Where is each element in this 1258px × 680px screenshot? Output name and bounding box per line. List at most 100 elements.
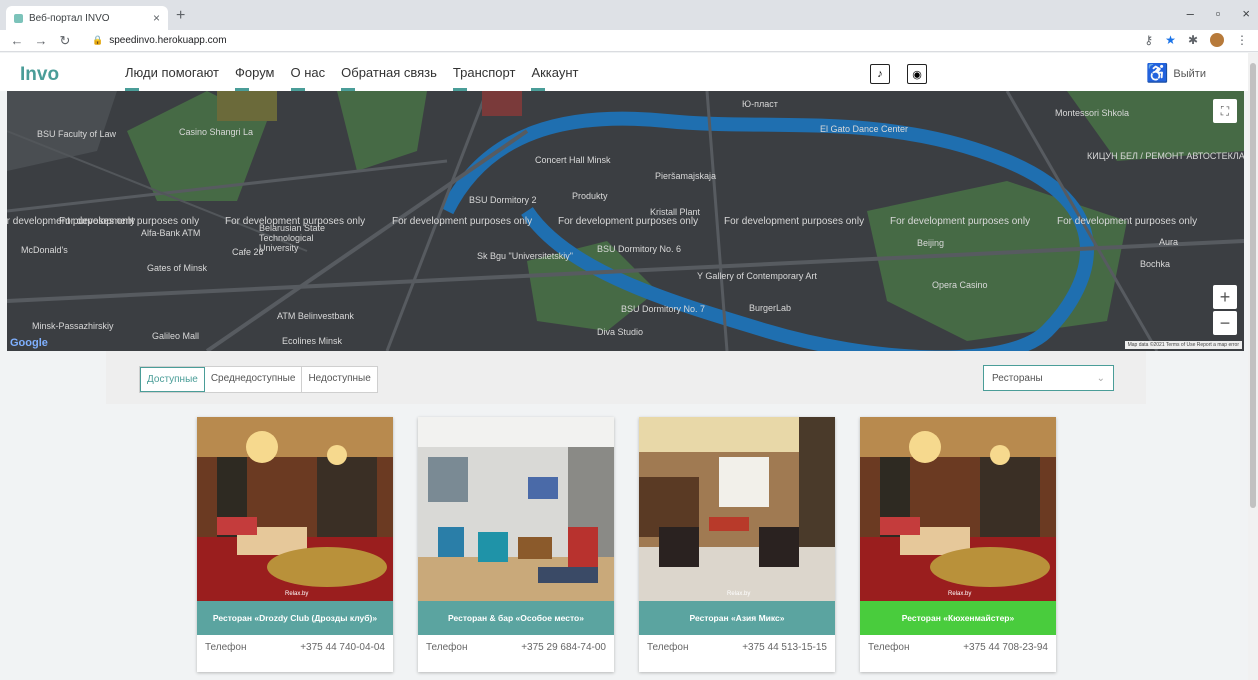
new-tab-button[interactable]: + xyxy=(176,7,185,25)
eye-icon[interactable]: ◉ xyxy=(907,64,927,84)
phone-number[interactable]: +375 44 740-04-04 xyxy=(300,642,385,653)
zoom-in-button[interactable]: + xyxy=(1213,285,1237,309)
window-controls: – ▫ × xyxy=(1187,6,1250,21)
map-dev-notice: For development purposes only xyxy=(558,216,699,227)
nav-item-transport[interactable]: Транспорт xyxy=(452,65,516,93)
phone-label: Телефон xyxy=(205,642,247,653)
nav-label: Транспорт xyxy=(452,65,516,80)
map-dev-notice: For development purposes only xyxy=(392,216,533,227)
fullscreen-icon[interactable]: ⛶ xyxy=(1213,99,1237,123)
map-poi: Diva Studio xyxy=(597,327,644,337)
place-card[interactable]: Relax.by Ресторан «Drozdy Club (Дрозды к… xyxy=(197,417,393,672)
nav-label: Форум xyxy=(235,65,275,80)
map-poi: Belarusian State Technological Universit… xyxy=(259,223,326,253)
logo[interactable]: Invo xyxy=(20,64,59,86)
forward-icon[interactable]: → xyxy=(34,33,48,48)
map-poi: КИЦУН БЕЛ / РЕМОНТ АВТОСТЕКЛА xyxy=(1087,151,1244,161)
nav-label: Обратная связь xyxy=(341,65,437,80)
key-icon[interactable]: ⚷ xyxy=(1144,33,1153,47)
map-attribution[interactable]: Map data ©2021 Terms of Use Report a map… xyxy=(1124,341,1242,349)
phone-label: Телефон xyxy=(426,642,468,653)
bookmark-star-icon[interactable]: ★ xyxy=(1165,33,1176,47)
restaurant-photo-1: Relax.by xyxy=(197,417,393,601)
map-poi: McDonald's xyxy=(21,245,68,255)
map-dev-notice: For development purposes only xyxy=(59,216,200,227)
map-poi: ATM Belinvestbank xyxy=(277,311,354,321)
category-select[interactable]: Рестораны ⌄ xyxy=(983,365,1114,391)
wheelchair-icon: ♿ xyxy=(1146,63,1169,83)
reload-icon[interactable]: ↻ xyxy=(58,33,72,49)
map-dev-notice: For development purposes only xyxy=(724,216,865,227)
tab-title: Веб-портал INVO xyxy=(29,12,110,24)
map-poi: Bochka xyxy=(1140,259,1171,269)
favicon-icon xyxy=(14,13,23,23)
nav-item-about[interactable]: О нас xyxy=(290,65,325,93)
place-photo[interactable]: Relax.by xyxy=(860,417,1056,601)
watermark: Relax.by xyxy=(285,591,308,597)
map-poi: BSU Dormitory 2 xyxy=(469,195,537,205)
menu-dots-icon[interactable]: ⋮ xyxy=(1236,33,1248,47)
map-poi: Concert Hall Minsk xyxy=(535,155,611,165)
address-bar[interactable]: speedinvo.herokuapp.com xyxy=(109,35,226,46)
phone-row: Телефон +375 44 513-15-15 xyxy=(639,642,835,653)
logout-button[interactable]: ♿ Выйти xyxy=(1146,63,1206,84)
nav-item-account[interactable]: Аккаунт xyxy=(531,65,579,93)
lock-icon[interactable]: 🔒 xyxy=(92,35,103,46)
map-poi: BSU Faculty of Law xyxy=(37,129,117,139)
restaurant-photo-3: Relax.by xyxy=(639,417,835,601)
place-card[interactable]: Ресторан & бар «Особое место» Телефон +3… xyxy=(418,417,614,672)
place-name[interactable]: Ресторан «Кюхенмайстер» xyxy=(860,601,1056,635)
place-name[interactable]: Ресторан & бар «Особое место» xyxy=(418,601,614,635)
place-photo[interactable] xyxy=(418,417,614,601)
place-card[interactable]: Relax.by Ресторан «Азия Микс» Телефон +3… xyxy=(639,417,835,672)
page-scrollbar[interactable] xyxy=(1248,53,1258,680)
tab-inaccessible[interactable]: Недоступные xyxy=(302,367,376,392)
nav-item-people-help[interactable]: Люди помогают xyxy=(125,65,219,93)
map-poi: BSU Dormitory No. 6 xyxy=(597,244,682,254)
map-poi: Sk Bgu "Universitetskiy" xyxy=(477,251,573,261)
phone-number[interactable]: +375 44 513-15-15 xyxy=(742,642,827,653)
nav-item-feedback[interactable]: Обратная связь xyxy=(341,65,437,93)
profile-avatar[interactable] xyxy=(1210,33,1224,47)
voice-icon[interactable]: ♪ xyxy=(870,64,890,84)
place-name[interactable]: Ресторан «Азия Микс» xyxy=(639,601,835,635)
map-poi: Produkty xyxy=(572,191,608,201)
place-card[interactable]: Relax.by Ресторан «Кюхенмайстер» Телефон… xyxy=(860,417,1056,672)
map-poi: Casino Shangri La xyxy=(179,127,254,137)
toolbar-actions: ⚷ ★ ✱ ⋮ xyxy=(1144,33,1248,47)
phone-label: Телефон xyxy=(647,642,689,653)
map-poi: Gates of Minsk xyxy=(147,263,208,273)
phone-label: Телефон xyxy=(868,642,910,653)
place-photo[interactable]: Relax.by xyxy=(197,417,393,601)
close-window-button[interactable]: × xyxy=(1242,6,1250,21)
zoom-out-button[interactable]: − xyxy=(1213,311,1237,335)
back-icon[interactable]: ← xyxy=(10,33,24,48)
scrollbar-thumb[interactable] xyxy=(1250,63,1256,508)
tab-close-icon[interactable]: × xyxy=(153,11,160,25)
tab-accessible[interactable]: Доступные xyxy=(140,367,205,392)
map-poi: Y Gallery of Contemporary Art xyxy=(697,271,817,281)
google-logo: Google xyxy=(10,337,48,349)
tab-medium-accessible[interactable]: Среднедоступные xyxy=(205,367,303,392)
nav-label: Люди помогают xyxy=(125,65,219,80)
minimize-button[interactable]: – xyxy=(1187,6,1194,21)
map-poi: Beijing xyxy=(917,238,945,248)
nav-item-forum[interactable]: Форум xyxy=(235,65,275,93)
watermark: Relax.by xyxy=(948,591,971,597)
maximize-button[interactable]: ▫ xyxy=(1216,6,1221,21)
browser-toolbar: ← → ↻ 🔒 speedinvo.herokuapp.com ⚷ ★ ✱ ⋮ xyxy=(0,30,1258,52)
main-nav: Люди помогают Форум О нас Обратная связь… xyxy=(125,65,579,93)
phone-number[interactable]: +375 29 684-74-00 xyxy=(521,642,606,653)
phone-number[interactable]: +375 44 708-23-94 xyxy=(963,642,1048,653)
phone-row: Телефон +375 44 708-23-94 xyxy=(860,642,1056,653)
map-poi: Aura xyxy=(1159,237,1179,247)
map[interactable]: For development purposes only For develo… xyxy=(7,91,1244,351)
map-poi: Ecolines Minsk xyxy=(282,336,343,346)
extensions-icon[interactable]: ✱ xyxy=(1188,33,1198,47)
browser-tab[interactable]: Веб-портал INVO × xyxy=(6,6,168,30)
map-poi: BurgerLab xyxy=(749,303,792,313)
logout-label: Выйти xyxy=(1173,67,1206,80)
app-header: Invo Люди помогают Форум О нас Обратная … xyxy=(0,53,1258,93)
place-photo[interactable]: Relax.by xyxy=(639,417,835,601)
place-name[interactable]: Ресторан «Drozdy Club (Дрозды клуб)» xyxy=(197,601,393,635)
